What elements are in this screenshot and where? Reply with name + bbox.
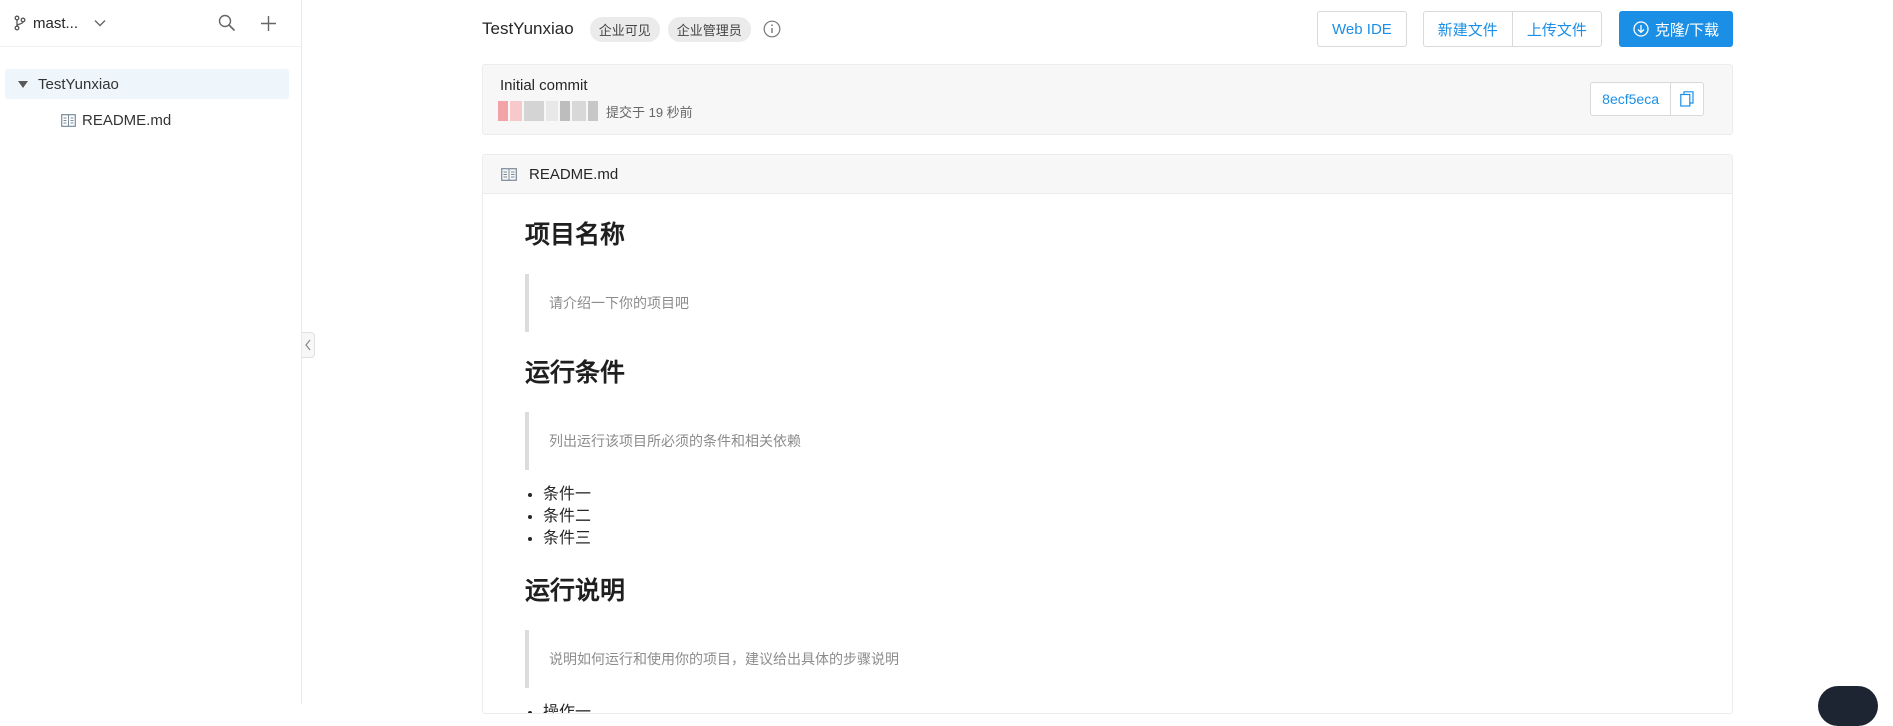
role-badge: 企业管理员: [667, 16, 751, 42]
tree-item-readme[interactable]: README.md: [5, 105, 289, 135]
clone-download-button[interactable]: 克隆/下载: [1618, 11, 1733, 47]
commit-meta: 提交于 19 秒前: [498, 101, 693, 121]
plus-icon[interactable]: [260, 15, 277, 32]
web-ide-button[interactable]: Web IDE: [1317, 11, 1407, 47]
commit-time: 提交于 19 秒前: [606, 104, 693, 120]
tree-item-label: README.md: [82, 111, 172, 129]
search-icon[interactable]: [218, 14, 236, 32]
list-item: 条件二: [543, 506, 1732, 528]
tree-item-label: TestYunxiao: [38, 75, 119, 93]
readme-filename: README.md: [529, 165, 619, 183]
branch-name: mast...: [33, 14, 79, 32]
download-circle-icon: [1633, 21, 1649, 37]
commit-message[interactable]: Initial commit: [500, 77, 588, 94]
list-item: 条件一: [543, 484, 1732, 506]
visibility-badge: 企业可见: [589, 16, 660, 42]
readme-content: 项目名称 请介绍一下你的项目吧 运行条件 列出运行该项目所必须的条件和相关依赖 …: [483, 220, 1732, 713]
sidebar-collapse-handle[interactable]: [302, 332, 315, 358]
section-heading: 项目名称: [525, 221, 626, 249]
latest-commit-bar: Initial commit 提交于 19 秒前 8ecf5eca: [482, 64, 1733, 135]
chevron-down-icon: [94, 19, 106, 27]
author-avatar: [498, 101, 598, 121]
commit-sha-group: 8ecf5eca: [1590, 82, 1704, 116]
upload-file-button[interactable]: 上传文件: [1512, 11, 1602, 47]
section-quote: 说明如何运行和使用你的项目，建议给出具体的步骤说明: [525, 630, 1732, 688]
section-heading: 运行条件: [525, 359, 626, 387]
readme-header: README.md: [483, 155, 1732, 194]
section-heading: 运行说明: [525, 577, 626, 605]
tree-item-root[interactable]: TestYunxiao: [5, 69, 289, 99]
list-item: 条件三: [543, 528, 1732, 550]
conditions-list: 条件一 条件二 条件三: [525, 484, 1732, 550]
sidebar-toolbar: mast...: [0, 0, 301, 47]
chevron-left-icon: [305, 339, 311, 351]
info-icon[interactable]: [763, 20, 781, 38]
clone-download-label: 克隆/下载: [1654, 21, 1719, 39]
section-quote: 请介绍一下你的项目吧: [525, 274, 1732, 332]
readme-panel: README.md 项目名称 请介绍一下你的项目吧 运行条件 列出运行该项目所必…: [482, 154, 1733, 714]
file-actions-group: 新建文件 上传文件: [1422, 11, 1602, 47]
repo-header: TestYunxiao 企业可见 企业管理员 Web IDE 新建文件 上传文件…: [482, 11, 1733, 47]
repo-title: TestYunxiao: [482, 19, 574, 38]
caret-down-icon[interactable]: [18, 80, 28, 88]
copy-sha-button[interactable]: [1671, 82, 1704, 116]
file-tree: TestYunxiao README.md: [0, 47, 301, 135]
sidebar: mast... TestYunxiao README.md: [0, 0, 302, 704]
copy-icon: [1680, 91, 1694, 107]
section-quote: 列出运行该项目所必须的条件和相关依赖: [525, 412, 1732, 470]
new-file-button[interactable]: 新建文件: [1422, 11, 1513, 47]
book-icon: [501, 167, 517, 181]
git-branch-icon: [13, 15, 27, 31]
commit-sha-button[interactable]: 8ecf5eca: [1590, 82, 1671, 116]
branch-selector[interactable]: mast...: [13, 15, 106, 32]
book-icon: [61, 113, 76, 127]
floating-help-widget[interactable]: [1818, 686, 1878, 726]
